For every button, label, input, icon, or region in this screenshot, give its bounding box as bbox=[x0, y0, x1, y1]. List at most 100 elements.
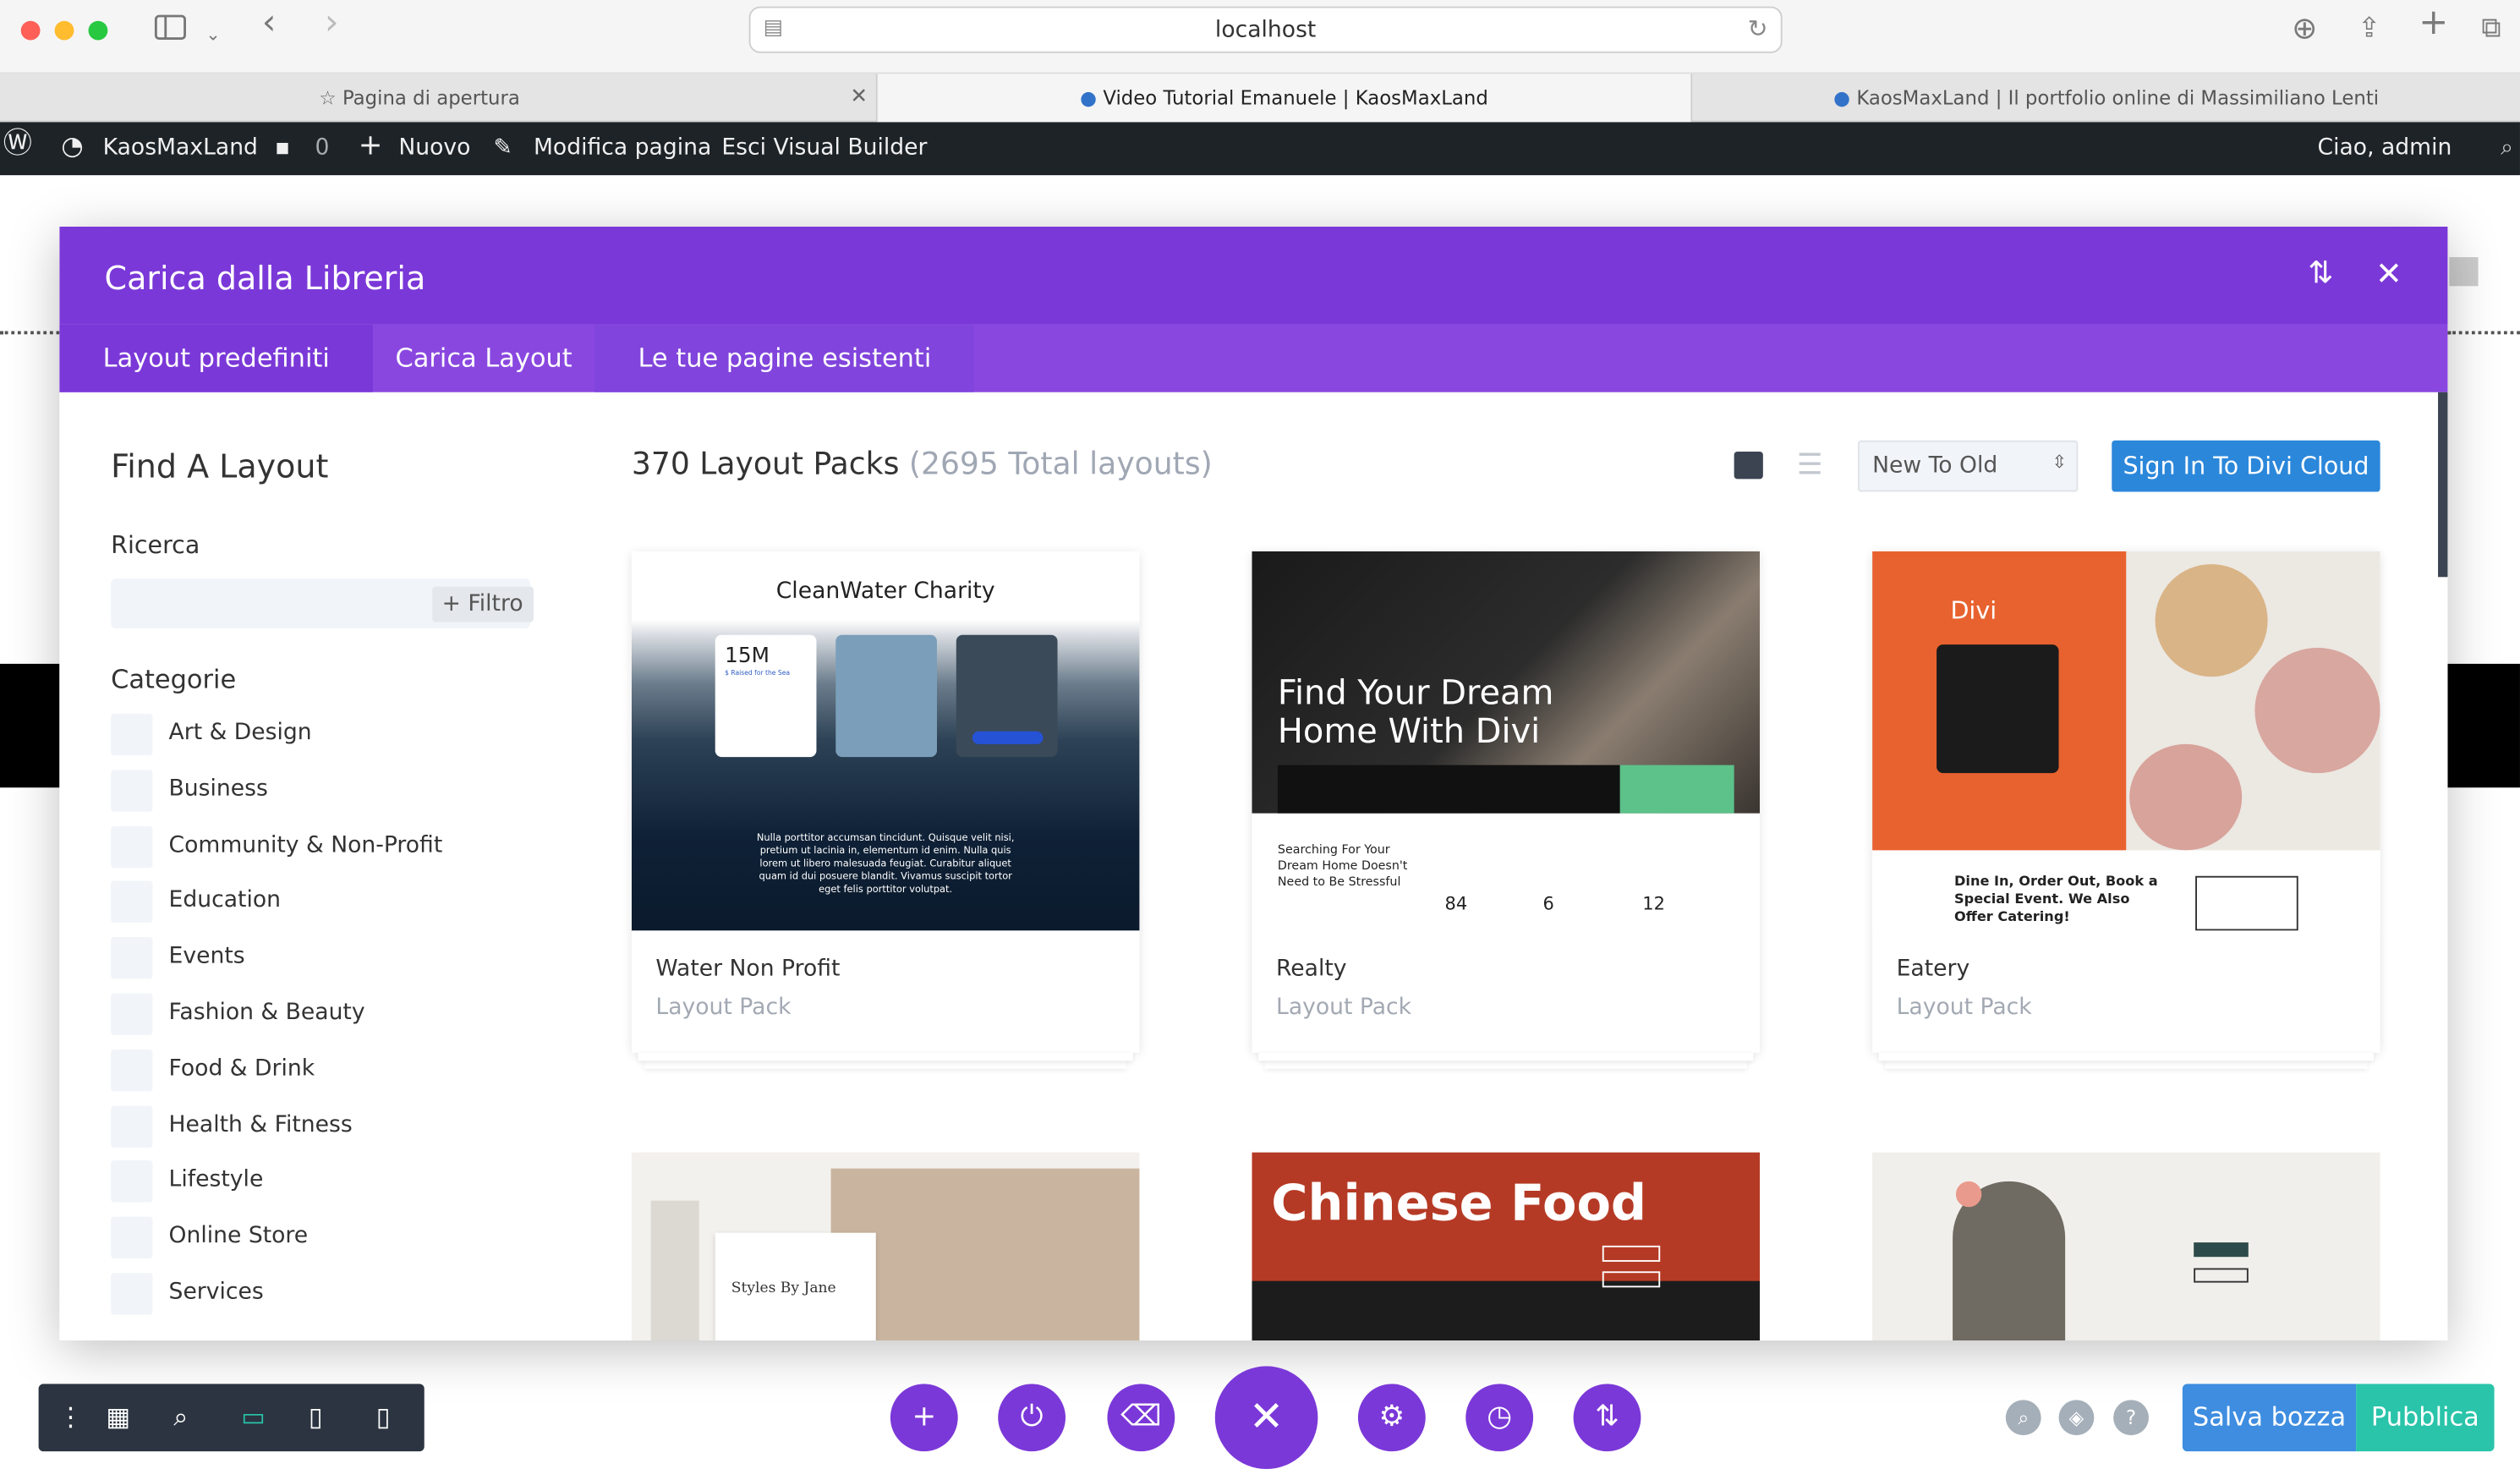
zoom-icon[interactable]: ⌕ bbox=[173, 1402, 188, 1432]
new-link[interactable]: Nuovo bbox=[398, 135, 470, 162]
tab-overview-icon[interactable]: ⧉ bbox=[2481, 13, 2501, 45]
layout-card-water[interactable]: CleanWater Charity 15M $ Raised for the … bbox=[631, 551, 1140, 1069]
save-draft-button[interactable]: Salva bozza bbox=[2182, 1384, 2357, 1452]
history-button[interactable]: ◷ bbox=[1465, 1384, 1534, 1452]
search-icon[interactable]: ⌕ bbox=[2005, 1400, 2041, 1436]
category-checkbox[interactable] bbox=[111, 769, 153, 812]
layout-card-realty[interactable]: Find Your Dream Home With Divi Searching… bbox=[1252, 551, 1761, 1069]
eatery-thumb-brand: Divi bbox=[1950, 596, 1997, 626]
share-icon[interactable]: ⇪ bbox=[2358, 13, 2380, 45]
tab-video-tutorial[interactable]: ● Video Tutorial Emanuele | KaosMaxLand bbox=[875, 74, 1693, 124]
tab-layout-predefiniti[interactable]: Layout predefiniti bbox=[59, 324, 374, 392]
styles-thumb-text: Styles By Jane bbox=[731, 1280, 836, 1297]
greeting-link[interactable]: Ciao, admin bbox=[2318, 135, 2452, 162]
category-checkbox[interactable] bbox=[111, 713, 153, 756]
dashboard-icon[interactable]: ◔ bbox=[61, 132, 84, 159]
sort-select[interactable]: New To Old ⇳ bbox=[1857, 440, 2079, 492]
reload-icon[interactable]: ↻ bbox=[1748, 14, 1768, 43]
grid-view-icon[interactable] bbox=[1734, 452, 1763, 480]
close-tab-icon[interactable]: ✕ bbox=[850, 85, 868, 110]
category-checkbox[interactable] bbox=[111, 1105, 153, 1148]
help-icon[interactable]: ? bbox=[2113, 1400, 2149, 1436]
card-name: Water Non Profit bbox=[655, 956, 841, 983]
search-icon[interactable]: ⌕ bbox=[2501, 135, 2513, 162]
sign-in-divi-cloud-button[interactable]: Sign In To Divi Cloud bbox=[2112, 440, 2380, 492]
clear-layout-button[interactable]: ⌫ bbox=[1107, 1384, 1175, 1452]
layout-card-chinese[interactable]: Chinese Food bbox=[1252, 1152, 1761, 1341]
sort-button[interactable]: ⇅ bbox=[1573, 1384, 1641, 1452]
eatery-thumb-text: Dine In, Order Out, Book a Special Event… bbox=[1954, 874, 2158, 926]
category-checkbox[interactable] bbox=[111, 993, 153, 1035]
elephant-favicon-icon: ● bbox=[1833, 86, 1851, 110]
scrollbar-thumb[interactable] bbox=[2438, 392, 2448, 578]
filter-button[interactable]: + Filtro bbox=[432, 586, 534, 622]
minimize-window-button[interactable] bbox=[54, 20, 74, 41]
category-checkbox[interactable] bbox=[111, 825, 153, 868]
category-label: Art & Design bbox=[168, 720, 312, 746]
desktop-view-icon[interactable]: ▭ bbox=[241, 1402, 266, 1432]
sidebar-toggle-icon[interactable] bbox=[154, 13, 186, 50]
realty-nav-highlight bbox=[1619, 765, 1734, 814]
water-stat-value: 15M bbox=[725, 644, 770, 669]
water-thumbnail: CleanWater Charity 15M $ Raised for the … bbox=[631, 551, 1140, 931]
category-checkbox[interactable] bbox=[111, 937, 153, 979]
category-checkbox[interactable] bbox=[111, 1217, 153, 1259]
portability-button[interactable]: ⏻ bbox=[998, 1384, 1066, 1452]
sidebar-heading: Find A Layout bbox=[111, 447, 329, 485]
category-checkbox[interactable] bbox=[111, 881, 153, 924]
wp-admin-bar: Ⓦ ◔ KaosMaxLand ▪ 0 + Nuovo ✎ Modifica p… bbox=[0, 122, 2520, 287]
wordpress-logo-icon[interactable]: Ⓦ bbox=[3, 129, 32, 158]
tab-carica-layout[interactable]: Carica Layout bbox=[352, 325, 616, 392]
menu-dots-icon[interactable]: ⋮ bbox=[58, 1402, 83, 1432]
exit-visual-builder-link[interactable]: Esci Visual Builder bbox=[721, 135, 927, 162]
background-section bbox=[2447, 663, 2520, 788]
browser-toolbar: ⌄ ‹ › ▤ localhost ↻ ⊕ ⇪ + ⧉ bbox=[0, 0, 2520, 74]
tab-pagine-esistenti[interactable]: Le tue pagine esistenti bbox=[594, 324, 975, 392]
avatar[interactable] bbox=[2449, 257, 2479, 287]
realty-thumbnail: Find Your Dream Home With Divi Searching… bbox=[1252, 551, 1761, 931]
back-icon[interactable]: ‹ bbox=[262, 6, 277, 41]
new-tab-icon[interactable]: + bbox=[2419, 6, 2448, 41]
sort-toggle-icon[interactable]: ⇅ bbox=[2308, 255, 2333, 291]
category-checkbox[interactable] bbox=[111, 1273, 153, 1315]
tab-label: Video Tutorial Emanuele | KaosMaxLand bbox=[1103, 86, 1488, 110]
realty-stat: 84 bbox=[1444, 893, 1468, 915]
address-bar[interactable]: ▤ localhost ↻ bbox=[748, 6, 1783, 53]
category-checkbox[interactable] bbox=[111, 1049, 153, 1092]
edit-page-link[interactable]: Modifica pagina bbox=[534, 135, 711, 162]
comments-count[interactable]: 0 bbox=[315, 135, 329, 162]
phone-view-icon[interactable]: ▯ bbox=[376, 1402, 391, 1432]
realty-thumb-headline: Find Your Dream Home With Divi bbox=[1277, 673, 1554, 751]
water-stat-sub: $ Raised for the Sea bbox=[725, 668, 791, 677]
page-settings-button[interactable]: ⚙ bbox=[1357, 1384, 1426, 1452]
close-icon[interactable]: ✕ bbox=[2375, 254, 2402, 293]
add-button[interactable]: + bbox=[890, 1384, 958, 1452]
categories-label: Categorie bbox=[111, 663, 237, 695]
close-window-button[interactable] bbox=[20, 20, 41, 41]
tab-start-page[interactable]: ☆ Pagina di apertura bbox=[0, 74, 839, 122]
layers-icon[interactable]: ◈ bbox=[2058, 1400, 2095, 1436]
category-label: Education bbox=[168, 887, 282, 914]
close-settings-button[interactable]: ✕ bbox=[1214, 1366, 1318, 1470]
zoom-window-button[interactable] bbox=[88, 20, 108, 41]
comments-icon[interactable]: ▪ bbox=[275, 135, 290, 162]
modal-tabs: Layout predefiniti Carica Layout Le tue … bbox=[59, 324, 2448, 392]
list-view-icon[interactable]: ☰ bbox=[1797, 448, 1823, 482]
tab-label: KaosMaxLand | Il portfolio online di Mas… bbox=[1856, 86, 2380, 110]
download-icon[interactable]: ⊕ bbox=[2292, 13, 2317, 45]
tab-portfolio[interactable]: ● KaosMaxLand | Il portfolio online di M… bbox=[1692, 74, 2520, 122]
category-label: Fashion & Beauty bbox=[168, 1000, 365, 1026]
category-checkbox[interactable] bbox=[111, 1160, 153, 1203]
layout-card-psychologist[interactable] bbox=[1872, 1152, 2380, 1341]
tab-label: Pagina di apertura bbox=[342, 86, 520, 110]
forward-icon[interactable]: › bbox=[325, 6, 339, 41]
publish-button[interactable]: Pubblica bbox=[2356, 1384, 2495, 1452]
site-name-link[interactable]: KaosMaxLand bbox=[103, 135, 258, 162]
chevron-down-icon[interactable]: ⌄ bbox=[205, 19, 221, 52]
water-thumb-body: Nulla porttitor accumsan tincidunt. Quis… bbox=[756, 832, 1015, 896]
layout-card-eatery[interactable]: Divi Dine In, Order Out, Book a Special … bbox=[1872, 551, 2380, 1069]
tablet-view-icon[interactable]: ▯ bbox=[309, 1402, 323, 1432]
layout-card-styles[interactable]: Styles By Jane bbox=[631, 1152, 1140, 1341]
wireframe-icon[interactable]: ▦ bbox=[106, 1402, 130, 1432]
section-divider bbox=[0, 331, 60, 335]
